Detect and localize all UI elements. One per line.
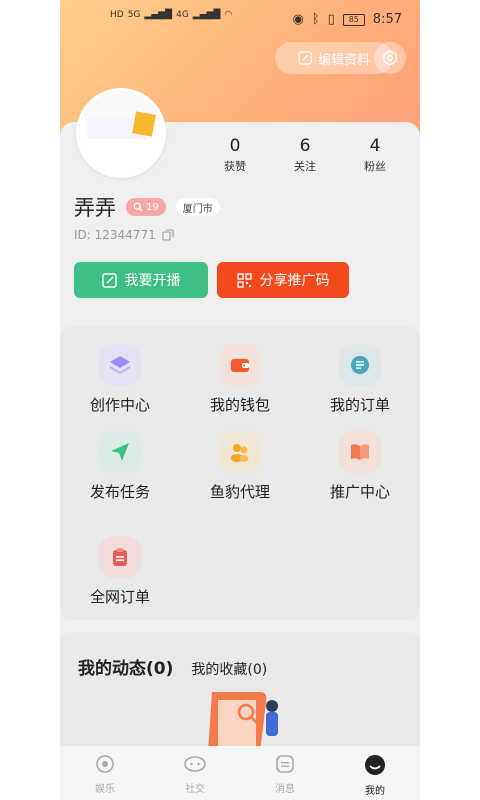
- menu-label: 我的订单: [329, 396, 390, 414]
- stat-fans[interactable]: 4 粉丝: [340, 136, 410, 174]
- edit-square-icon: [101, 272, 117, 288]
- agent-users-icon: [219, 431, 261, 473]
- menu-item-wallet[interactable]: 我的钱包: [190, 344, 290, 415]
- user-id-row: ID: 12344771: [74, 228, 174, 242]
- stat-likes-label: 获赞: [224, 160, 246, 173]
- share-promo-code-button[interactable]: 分享推广码: [217, 262, 349, 298]
- start-live-button[interactable]: 我要开播: [74, 262, 208, 298]
- menu-item-creation-center[interactable]: 创作中心: [70, 344, 170, 415]
- menu-item-publish-task[interactable]: 发布任务: [70, 431, 170, 502]
- nav-social[interactable]: 社交: [150, 746, 240, 800]
- profile-screen: HD 5G ▂▄▆█ 4G ▂▄▆█ ◠ ◉ ᛒ ▯ 85 8:57 编辑资料 …: [60, 0, 420, 800]
- qr-code-icon: [236, 272, 252, 288]
- menu-item-my-orders[interactable]: 我的订单: [310, 344, 410, 415]
- stat-likes[interactable]: 0 获赞: [200, 136, 270, 174]
- nav-mine[interactable]: 我的: [330, 746, 420, 800]
- dynamics-tabs: 我的动态(0) 我的收藏(0): [78, 654, 267, 679]
- hd-badge: HD: [110, 10, 124, 20]
- settings-hexagon-icon: [383, 50, 397, 66]
- profile-icon: [365, 755, 385, 775]
- battery-icon: 85: [342, 13, 365, 26]
- chat-bubble-icon: [184, 756, 206, 772]
- edit-profile-label: 编辑资料: [317, 52, 370, 68]
- city-badge: 厦门市: [175, 198, 220, 216]
- stat-fans-value: 4: [369, 136, 381, 156]
- level-value: 19: [146, 201, 159, 213]
- menu-label: 我的钱包: [209, 396, 270, 414]
- menu-label: 创作中心: [89, 396, 150, 414]
- search-icon: [133, 202, 143, 212]
- feature-menu: 创作中心 我的钱包 我的订单 发布任务 鱼豹代理 推广中心 全网订单: [60, 326, 420, 620]
- message-icon: [276, 755, 294, 773]
- name-row: 弄弄 19 厦门市: [74, 192, 220, 222]
- nav-label: 社交: [185, 784, 205, 795]
- avatar-image-cube: [132, 111, 156, 137]
- nav-label: 娱乐: [95, 784, 115, 795]
- user-id: ID: 12344771: [74, 228, 156, 242]
- clipboard-icon: [99, 536, 141, 578]
- menu-label: 鱼豹代理: [209, 483, 270, 501]
- nav-entertainment[interactable]: 娱乐: [60, 746, 150, 800]
- bluetooth-icon: ᛒ: [311, 12, 320, 27]
- record-icon: [96, 755, 114, 773]
- menu-label: 全网订单: [89, 588, 150, 606]
- nav-messages[interactable]: 消息: [240, 746, 330, 800]
- settings-button[interactable]: [374, 42, 406, 74]
- order-list-icon: [339, 344, 381, 386]
- menu-item-promotion-center[interactable]: 推广中心: [310, 431, 410, 502]
- edit-icon: [298, 51, 312, 65]
- status-bar: HD 5G ▂▄▆█ 4G ▂▄▆█ ◠ ◉ ᛒ ▯ 85 8:57: [60, 0, 420, 46]
- signal-icon: ▂▄▆█: [144, 10, 173, 20]
- send-icon: [99, 431, 141, 473]
- stat-fans-label: 粉丝: [364, 160, 386, 173]
- signal-icon-2: ▂▄▆█: [192, 10, 221, 20]
- tab-my-favorites[interactable]: 我的收藏(0): [191, 659, 267, 679]
- stat-following-value: 6: [299, 136, 311, 156]
- wifi-icon: ◠: [224, 10, 233, 20]
- menu-label: 推广中心: [329, 483, 390, 501]
- tab-my-dynamics[interactable]: 我的动态(0): [78, 654, 173, 679]
- book-icon: [339, 431, 381, 473]
- stat-following-label: 关注: [294, 160, 316, 173]
- user-name: 弄弄: [74, 196, 116, 220]
- stat-likes-value: 0: [229, 136, 241, 156]
- profile-stats: 0 获赞 6 关注 4 粉丝: [200, 136, 410, 174]
- nav-label: 我的: [365, 786, 385, 797]
- wallet-icon: [219, 344, 261, 386]
- bottom-nav: 娱乐 社交 消息 我的: [60, 746, 420, 800]
- menu-item-all-orders[interactable]: 全网订单: [70, 536, 170, 607]
- layers-icon: [99, 344, 141, 386]
- copy-icon[interactable]: [162, 229, 174, 241]
- vibrate-icon: ▯: [327, 12, 335, 27]
- nav-label: 消息: [275, 784, 295, 795]
- eye-icon: ◉: [292, 12, 304, 27]
- network-5g: 5G: [127, 10, 141, 20]
- status-left: HD 5G ▂▄▆█ 4G ▂▄▆█ ◠: [110, 10, 232, 20]
- status-right: ◉ ᛒ ▯ 85 8:57: [292, 12, 402, 27]
- start-live-label: 我要开播: [124, 273, 181, 289]
- stat-following[interactable]: 6 关注: [270, 136, 340, 174]
- menu-label: 发布任务: [89, 483, 150, 501]
- empty-state-illustration: [208, 692, 278, 752]
- network-4g: 4G: [176, 10, 189, 20]
- menu-item-agent[interactable]: 鱼豹代理: [190, 431, 290, 502]
- share-promo-code-label: 分享推广码: [259, 273, 330, 289]
- level-badge: 19: [126, 198, 166, 216]
- avatar[interactable]: [76, 88, 166, 178]
- status-time: 8:57: [372, 12, 402, 27]
